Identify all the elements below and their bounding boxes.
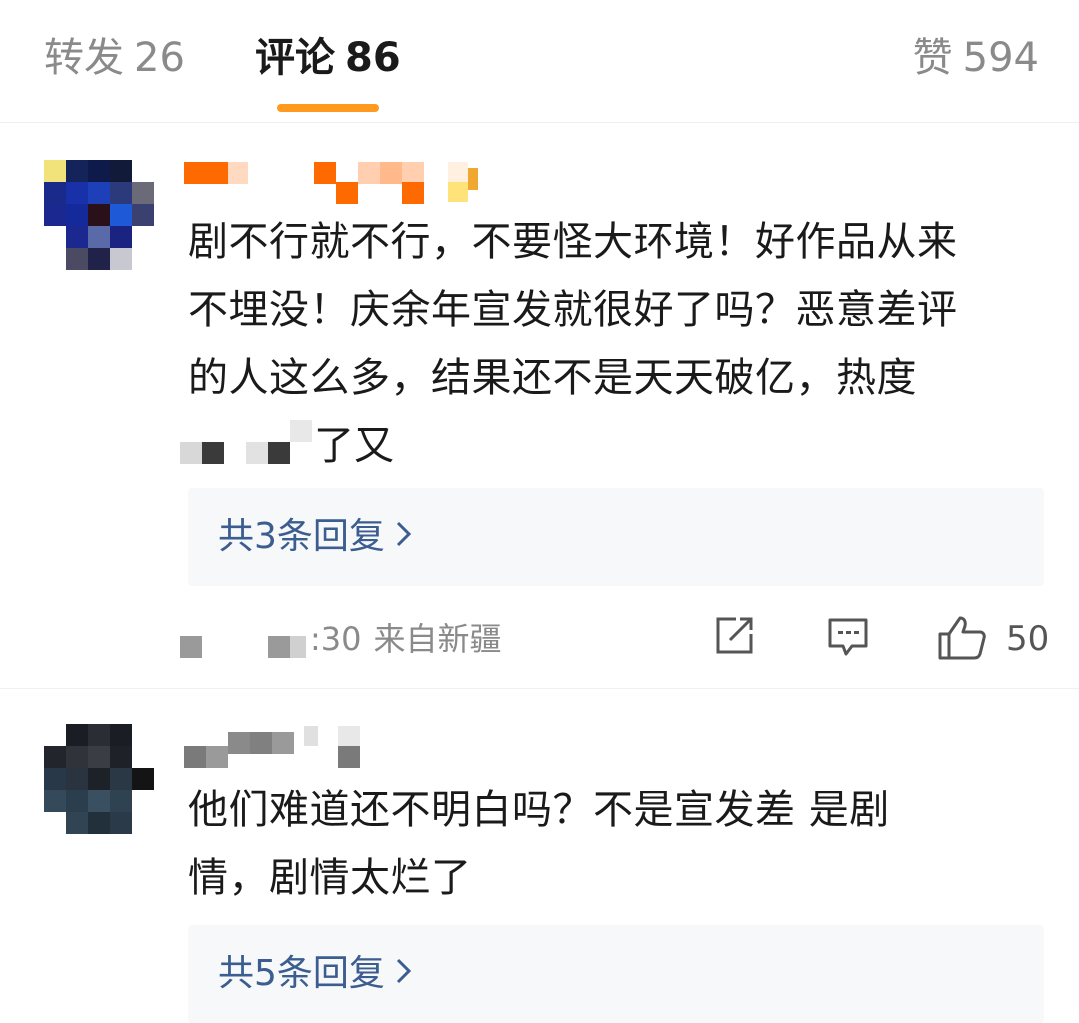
- pixelated-text: [180, 420, 312, 464]
- comment-button[interactable]: [826, 614, 870, 662]
- chevron-right-icon: [395, 947, 413, 1001]
- pixelated-avatar-image: [44, 160, 156, 272]
- tab-likes-count: 594: [962, 35, 1039, 81]
- timestamp: :30: [310, 620, 362, 658]
- share-button[interactable]: [712, 614, 756, 662]
- pixelated-avatar-image: [44, 724, 156, 836]
- tab-likes-label: 赞: [912, 35, 953, 81]
- comment-text-tail: 了又: [314, 423, 394, 469]
- replies-box[interactable]: 共5条回复: [188, 925, 1044, 1023]
- replies-box[interactable]: 共3条回复: [188, 488, 1044, 586]
- active-tab-indicator: [277, 104, 379, 112]
- view-replies-link[interactable]: 共3条回复: [218, 510, 413, 564]
- tab-comments-count: 86: [345, 35, 401, 81]
- tab-repost-label: 转发: [44, 35, 124, 81]
- tab-likes[interactable]: 赞 594: [913, 30, 1039, 86]
- comment-footer: :30 来自新疆 50: [0, 610, 1079, 670]
- pixelated-timestamp: [180, 636, 306, 658]
- thumbs-up-icon: [938, 616, 986, 660]
- username[interactable]: [184, 724, 384, 768]
- avatar[interactable]: [44, 724, 156, 836]
- tab-comments-label: 评论: [255, 35, 335, 81]
- like-button[interactable]: [936, 614, 988, 666]
- replies-count-label: 共3条回复: [218, 516, 385, 557]
- share-icon: [716, 617, 753, 654]
- comment-meta: :30 来自新疆: [310, 614, 502, 664]
- replies-count-label: 共5条回复: [218, 953, 385, 994]
- chevron-right-icon: [395, 510, 413, 564]
- username[interactable]: [184, 160, 504, 204]
- pixelated-username: [184, 162, 478, 204]
- like-count: 50: [1006, 619, 1050, 659]
- tab-comments[interactable]: 评论 86: [255, 30, 401, 86]
- view-replies-link[interactable]: 共5条回复: [218, 947, 413, 1001]
- tab-repost[interactable]: 转发 26: [44, 30, 185, 86]
- comment-text: 他们难道还不明白吗？不是宣发差 是剧 情，剧情太烂了: [188, 787, 890, 901]
- pixelated-username: [184, 726, 360, 768]
- comment-tabs: 转发 26 评论 86 赞 594: [0, 0, 1079, 123]
- location: 来自新疆: [373, 620, 502, 658]
- divider: [0, 688, 1079, 689]
- comment-icon: [828, 618, 868, 656]
- avatar[interactable]: [44, 160, 156, 272]
- comment-text: 剧不行就不行，不要怪大环境！好作品从来 不埋没！庆余年宣发就很好了吗？恶意差评 …: [188, 219, 958, 401]
- tab-repost-count: 26: [134, 35, 185, 81]
- comment-text-continued: 了又: [180, 412, 480, 480]
